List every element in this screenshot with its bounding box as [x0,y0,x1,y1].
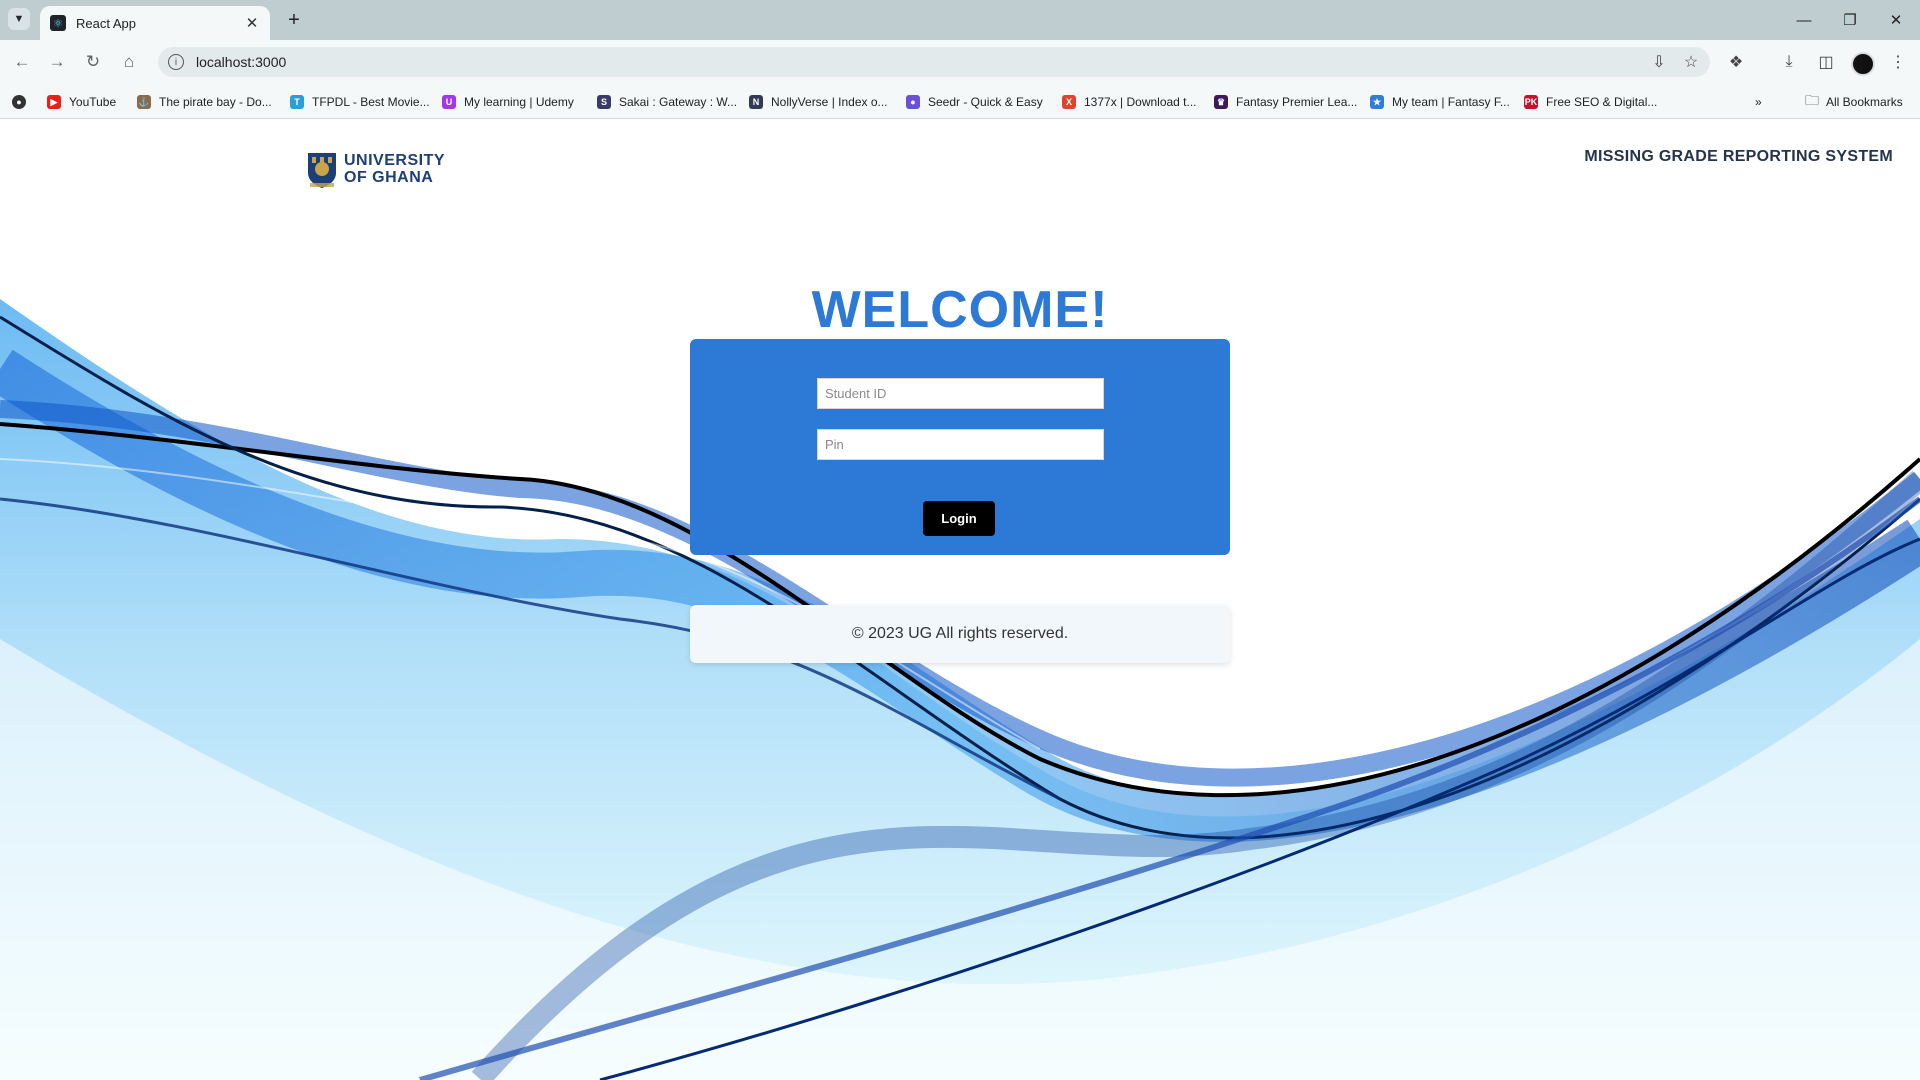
sakai-icon: S [597,95,611,109]
bookmark-label: YouTube [69,95,117,109]
more-bookmarks-chevron-icon[interactable]: » [1755,93,1762,111]
bookmark-item[interactable]: ♛ Fantasy Premier Lea... [1214,93,1357,111]
student-id-input[interactable] [817,378,1104,409]
fantasy-star-icon: ★ [1370,95,1384,109]
pin-input[interactable] [817,429,1104,460]
bookmark-label: Free SEO & Digital... [1546,95,1658,109]
university-logo: UNIVERSITY OF GHANA [306,149,445,189]
tab-title: React App [76,15,136,31]
restore-button[interactable]: ❐ [1830,6,1870,34]
seedr-icon: ● [906,95,920,109]
login-button[interactable]: Login [923,501,995,536]
bookmark-label: My team | Fantasy F... [1392,95,1510,109]
1377x-icon: X [1062,95,1076,109]
bookmark-item[interactable]: S Sakai : Gateway : W... [597,93,737,111]
bookmark-label: Seedr - Quick & Easy [928,95,1043,109]
bookmark-label: Fantasy Premier Lea... [1236,95,1358,109]
footer-copyright: © 2023 UG All rights reserved. [690,605,1230,663]
extensions-icon[interactable]: ❖ [1722,48,1750,76]
all-bookmarks-button[interactable]: 🗀 All Bookmarks [1805,92,1903,111]
downloads-icon[interactable]: ⤓ [1775,48,1803,76]
tab-search-button[interactable]: ▼ [8,8,30,30]
tfpdl-icon: T [290,95,304,109]
bookmark-label: Sakai : Gateway : W... [619,95,738,109]
forward-button[interactable]: → [43,48,71,76]
new-tab-button[interactable]: + [282,8,306,32]
bookmarks-bar: ● ▶ YouTube ⚓ The pirate bay - Do... T TFPDL … [0,84,1920,119]
pk-icon: PK [1524,95,1538,109]
bookmark-star-icon[interactable]: ☆ [1678,49,1704,75]
back-button[interactable]: ← [8,48,36,76]
install-app-icon[interactable]: ⇩ [1646,49,1672,75]
side-panel-icon[interactable]: ◫ [1812,48,1840,76]
tab-strip: ▼ ⚛ React App ✕ + — ❐ ✕ [0,0,1920,40]
bookmark-item[interactable]: PK Free SEO & Digital... [1524,93,1657,111]
folder-icon: 🗀 [1805,92,1819,108]
bookmark-item[interactable]: U My learning | Udemy [442,93,574,111]
profile-avatar[interactable] [1851,52,1875,76]
all-bookmarks-label: All Bookmarks [1826,95,1903,109]
reload-icon: ↻ [85,52,101,71]
home-button[interactable]: ⌂ [115,48,143,76]
youtube-icon: ▶ [47,95,61,109]
logo-line-1: UNIVERSITY [344,152,446,169]
logo-line-2: OF GHANA [344,169,434,186]
reload-button[interactable]: ↻ [79,48,107,76]
bookmark-label: The pirate bay - Do... [159,95,272,109]
system-title: MISSING GRADE REPORTING SYSTEM [1584,148,1893,165]
page-content: UNIVERSITY OF GHANA MISSING GRADE REPORT… [0,119,1920,1080]
close-tab-icon[interactable]: ✕ [242,13,262,33]
bookmark-label: NollyVerse | Index o... [771,95,888,109]
wave-background-image [0,299,1920,1080]
home-icon: ⌂ [123,52,135,71]
minimize-button[interactable]: — [1784,6,1824,34]
bookmark-label: TFPDL - Best Movie... [312,95,430,109]
bookmark-label: My learning | Udemy [464,95,574,109]
close-window-button[interactable]: ✕ [1876,6,1916,34]
browser-toolbar: ← → ↻ ⌂ i localhost:3000 ⇩ ☆ ❖ ⤓ ◫ ⋮ [0,40,1920,84]
login-form: Login [690,339,1230,555]
arrow-right-icon: → [48,52,66,71]
bookmark-item[interactable]: ★ My team | Fantasy F... [1370,93,1510,111]
bookmark-item[interactable]: X 1377x | Download t... [1062,93,1197,111]
menu-kebab-icon[interactable]: ⋮ [1884,48,1912,76]
pirate-ship-icon: ⚓ [137,95,151,109]
bookmark-item[interactable]: ▶ YouTube [47,93,116,111]
site-info-icon[interactable]: i [168,54,184,70]
bookmark-item[interactable]: N NollyVerse | Index o... [749,93,888,111]
bookmark-item[interactable]: T TFPDL - Best Movie... [290,93,430,111]
address-bar[interactable]: i localhost:3000 ⇩ ☆ [158,47,1710,77]
welcome-heading: WELCOME! [811,281,1109,339]
apps-icon[interactable]: ● [12,93,34,111]
address-url[interactable]: localhost:3000 [196,54,1646,70]
tab-react-app[interactable]: ⚛ React App ✕ [40,6,270,40]
udemy-icon: U [442,95,456,109]
chevron-down-icon: ▼ [13,13,25,25]
university-crest-icon [308,153,336,188]
premier-league-icon: ♛ [1214,95,1228,109]
bookmark-label: 1377x | Download t... [1084,95,1197,109]
nollyverse-icon: N [749,95,763,109]
bookmark-item[interactable]: ● Seedr - Quick & Easy [906,93,1043,111]
arrow-left-icon: ← [13,52,31,71]
bookmark-item[interactable]: ⚓ The pirate bay - Do... [137,93,272,111]
react-logo-icon: ⚛ [50,15,66,31]
